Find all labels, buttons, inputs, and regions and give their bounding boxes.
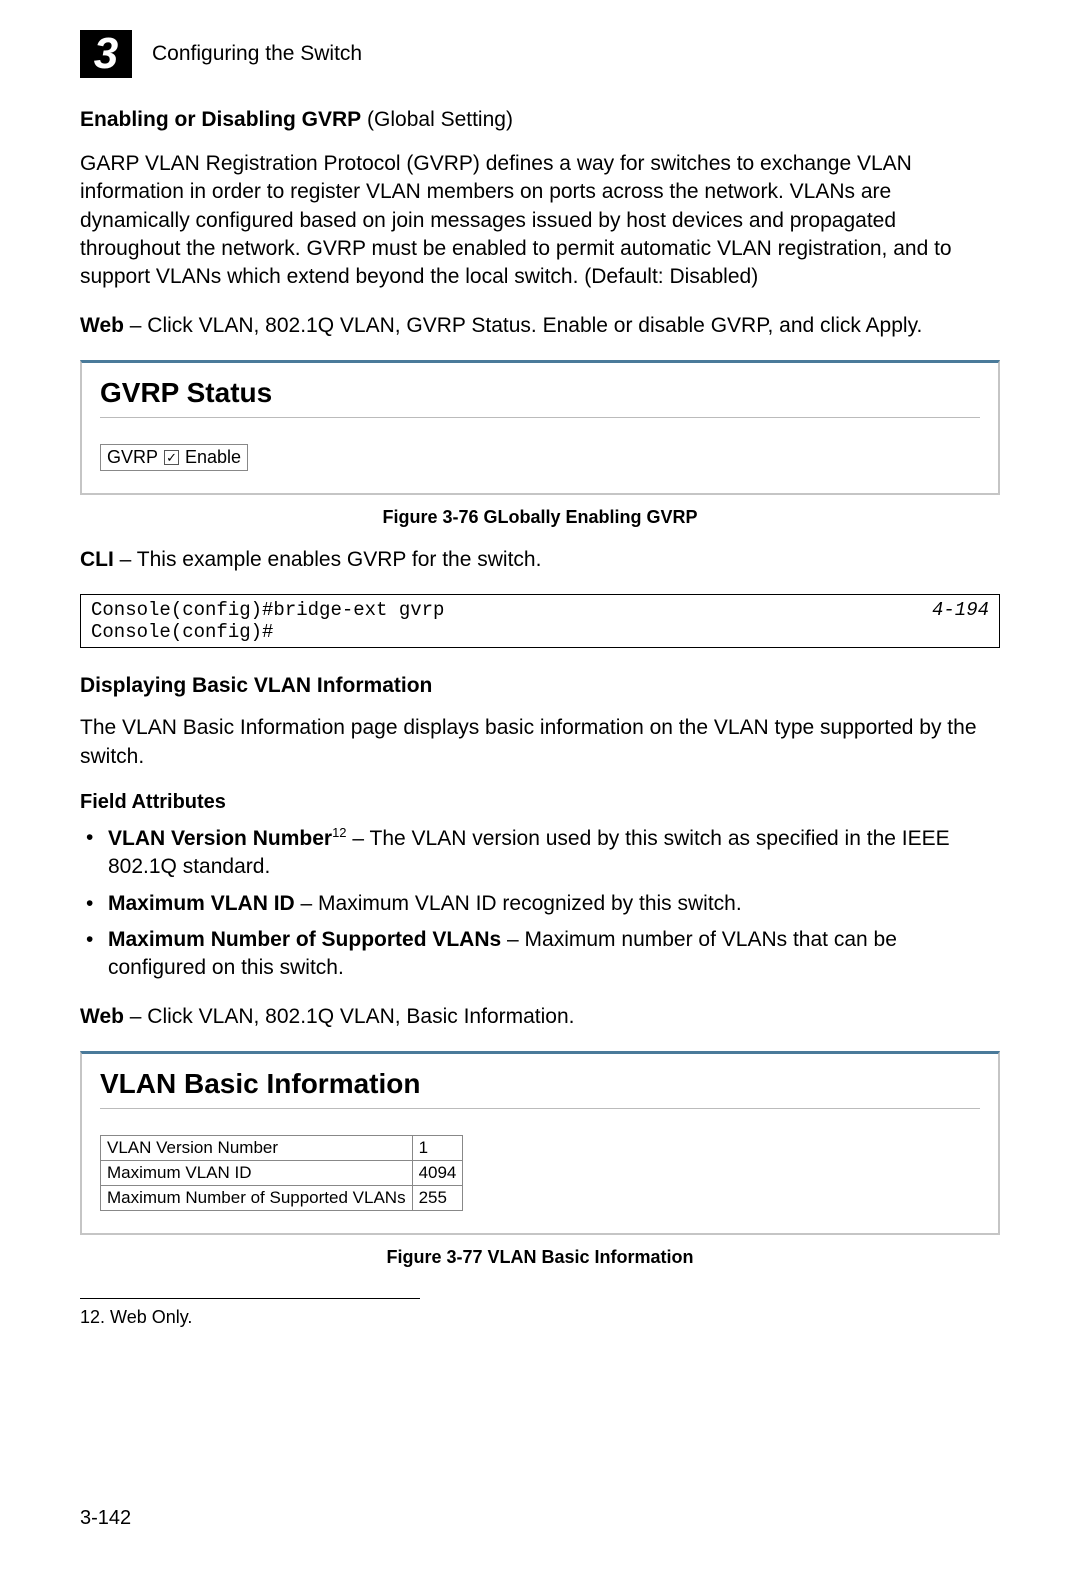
section-heading-gvrp: Enabling or Disabling GVRP (Global Setti… xyxy=(80,108,1000,132)
cli-text: – This example enables GVRP for the swit… xyxy=(114,548,542,571)
figure-76-caption: Figure 3-76 GLobally Enabling GVRP xyxy=(80,507,1000,528)
web-text-2: – Click VLAN, 802.1Q VLAN, Basic Informa… xyxy=(124,1005,575,1028)
field-attributes-title: Field Attributes xyxy=(80,791,1000,814)
field-attributes-list: VLAN Version Number12 – The VLAN version… xyxy=(80,824,1000,983)
table-row: VLAN Version Number 1 xyxy=(101,1136,463,1161)
footnote-text: 12. Web Only. xyxy=(80,1307,1000,1328)
web-text: – Click VLAN, 802.1Q VLAN, GVRP Status. … xyxy=(124,314,922,337)
web-instruction-vlan: Web – Click VLAN, 802.1Q VLAN, Basic Inf… xyxy=(80,1003,1000,1031)
vlan-info-para: The VLAN Basic Information page displays… xyxy=(80,714,1000,771)
gvrp-status-panel: GVRP Status GVRP ✓ Enable xyxy=(80,360,1000,495)
page-number: 3-142 xyxy=(80,1507,131,1530)
bullet-bold: Maximum Number of Supported VLANs xyxy=(108,928,501,951)
table-cell-value: 1 xyxy=(412,1136,463,1161)
gvrp-panel-title: GVRP Status xyxy=(100,377,980,409)
gvrp-description-para: GARP VLAN Registration Protocol (GVRP) d… xyxy=(80,150,1000,292)
page-header: 3 Configuring the Switch xyxy=(80,30,1000,78)
vlan-panel-title: VLAN Basic Information xyxy=(100,1068,980,1100)
gvrp-enable-checkbox[interactable]: ✓ xyxy=(164,450,179,465)
section-heading-bold: Enabling or Disabling GVRP xyxy=(80,108,361,131)
bullet-rest: – Maximum VLAN ID recognized by this swi… xyxy=(295,892,742,915)
footnote-sup: 12 xyxy=(332,825,346,840)
gvrp-enable-row: GVRP ✓ Enable xyxy=(100,444,248,471)
web-label: Web xyxy=(80,314,124,337)
panel-divider xyxy=(100,417,980,418)
figure-77-caption: Figure 3-77 VLAN Basic Information xyxy=(80,1247,1000,1268)
list-item: Maximum VLAN ID – Maximum VLAN ID recogn… xyxy=(80,890,1000,918)
cli-label: CLI xyxy=(80,548,114,571)
list-item: VLAN Version Number12 – The VLAN version… xyxy=(80,824,1000,882)
cli-reference: 4-194 xyxy=(932,599,989,621)
section-heading-rest: (Global Setting) xyxy=(361,108,513,131)
chapter-number-badge: 3 xyxy=(80,30,132,78)
table-cell-label: Maximum Number of Supported VLANs xyxy=(101,1186,413,1211)
table-cell-value: 255 xyxy=(412,1186,463,1211)
section-heading-vlan-info: Displaying Basic VLAN Information xyxy=(80,674,1000,698)
gvrp-enable-label: Enable xyxy=(185,447,241,468)
web-instruction-gvrp: Web – Click VLAN, 802.1Q VLAN, GVRP Stat… xyxy=(80,312,1000,340)
vlan-info-table: VLAN Version Number 1 Maximum VLAN ID 40… xyxy=(100,1135,463,1211)
web-label-2: Web xyxy=(80,1005,124,1028)
cli-instruction: CLI – This example enables GVRP for the … xyxy=(80,546,1000,574)
vlan-basic-info-panel: VLAN Basic Information VLAN Version Numb… xyxy=(80,1051,1000,1235)
panel-divider xyxy=(100,1108,980,1109)
table-cell-value: 4094 xyxy=(412,1161,463,1186)
chapter-title: Configuring the Switch xyxy=(152,42,362,66)
footnote-rule xyxy=(80,1298,420,1299)
table-cell-label: VLAN Version Number xyxy=(101,1136,413,1161)
table-cell-label: Maximum VLAN ID xyxy=(101,1161,413,1186)
gvrp-label: GVRP xyxy=(107,447,158,468)
table-row: Maximum VLAN ID 4094 xyxy=(101,1161,463,1186)
list-item: Maximum Number of Supported VLANs – Maxi… xyxy=(80,926,1000,983)
cli-commands: Console(config)#bridge-ext gvrp Console(… xyxy=(91,599,444,643)
table-row: Maximum Number of Supported VLANs 255 xyxy=(101,1186,463,1211)
bullet-bold: VLAN Version Number xyxy=(108,827,332,850)
bullet-bold: Maximum VLAN ID xyxy=(108,892,295,915)
cli-code-block: Console(config)#bridge-ext gvrp Console(… xyxy=(80,594,1000,648)
